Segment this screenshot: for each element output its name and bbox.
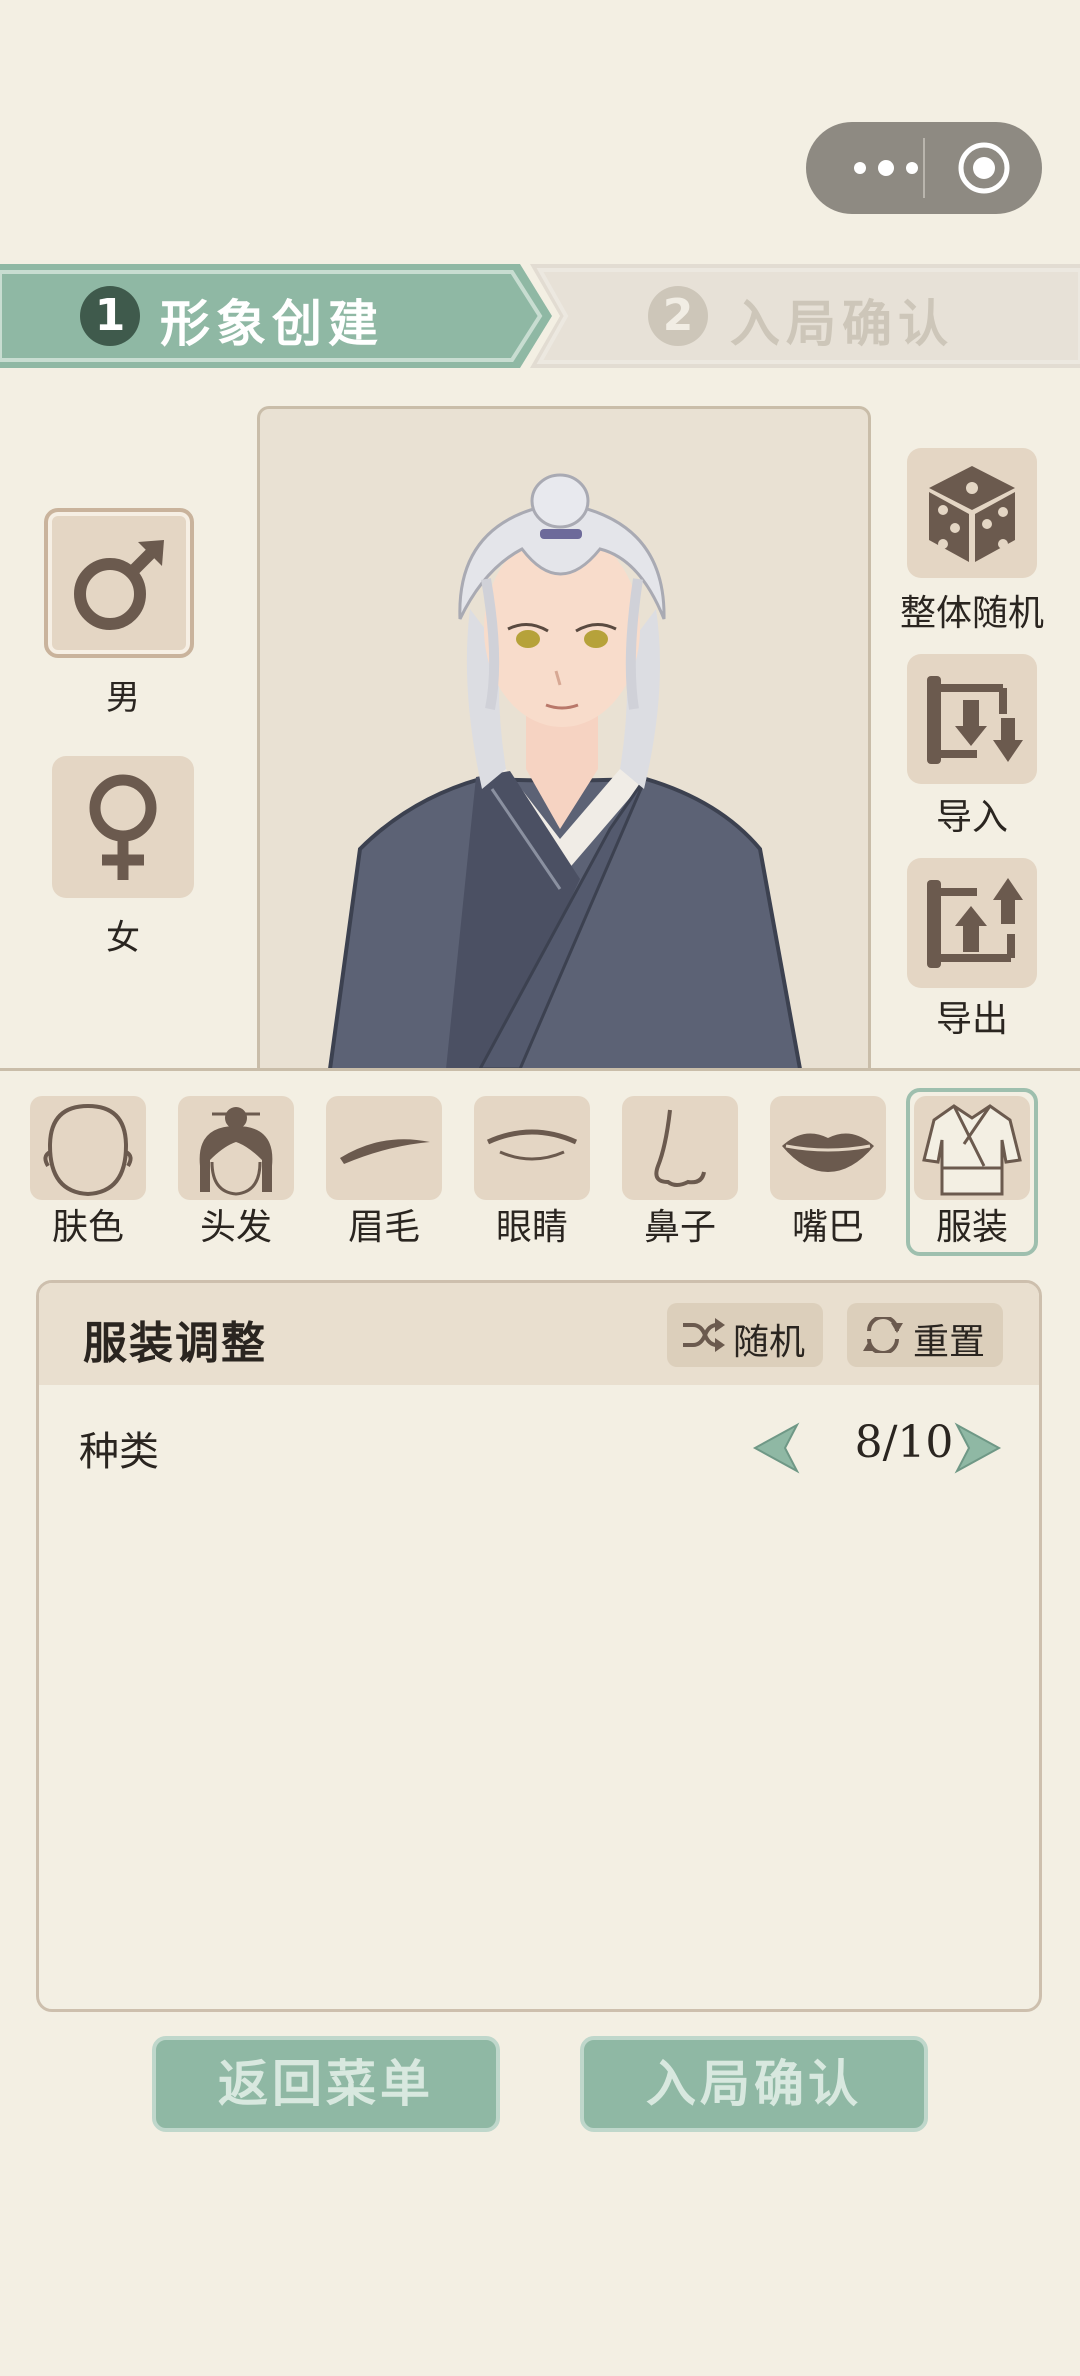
panel-header: 服装调整 随机 重置 [39,1283,1039,1385]
feature-outfit-label: 服装 [935,1207,1008,1248]
feature-hair-label: 头发 [199,1207,272,1248]
capsule-divider [923,138,925,198]
panel-title: 服装调整 [83,1318,267,1369]
dice-icon [929,466,1015,562]
back-to-menu-label: 返回菜单 [218,2054,434,2113]
random-button-label: 随机 [733,1322,806,1363]
back-to-menu-button[interactable]: 返回菜单 [152,2036,500,2132]
feature-outfit-button[interactable] [914,1096,1030,1200]
feature-nose-button[interactable] [622,1096,738,1200]
feature-hair-button[interactable] [178,1096,294,1200]
confirm-entry-label: 入局确认 [646,2054,862,2113]
feature-eyebrow-label: 眉毛 [347,1207,420,1248]
menu-capsule [806,122,1042,214]
export-label: 导出 [935,999,1008,1040]
random-all-button[interactable] [907,448,1037,578]
gender-male-label: 男 [106,678,140,718]
lips-icon [782,1133,874,1172]
outfit-type-label: 种类 [79,1429,159,1475]
feature-eye-button[interactable] [474,1096,590,1200]
feature-mouth-button[interactable] [770,1096,886,1200]
import-button[interactable] [907,654,1037,784]
record-icon[interactable] [956,140,1012,196]
step-tabs: 1 形象创建 2 入局确认 [0,262,1080,370]
robe-icon [922,1104,1022,1196]
confirm-entry-button[interactable]: 入局确认 [580,2036,928,2132]
chevron-left-icon[interactable] [749,1421,801,1475]
outfit-adjust-panel: 服装调整 随机 重置 种类 8/10 [36,1280,1042,2012]
import-scroll-icon [927,676,1023,764]
tab-confirm-entry[interactable]: 入局确认 [730,284,954,356]
character-portrait [257,406,871,1069]
feature-mouth-label: 嘴巴 [791,1207,864,1248]
import-label: 导入 [935,797,1008,838]
gender-male-button[interactable] [44,508,194,658]
male-symbol-icon [74,540,164,630]
chevron-right-icon[interactable] [953,1421,1005,1475]
tab-step-number-1: 1 [80,286,140,346]
reset-button[interactable]: 重置 [847,1303,1003,1367]
reset-button-label: 重置 [913,1322,986,1363]
tab-step-number-2: 2 [648,286,708,346]
character-illustration [328,473,802,1069]
eyebrow-icon [340,1139,430,1164]
eye-icon [486,1129,578,1161]
random-button[interactable]: 随机 [667,1303,823,1367]
hair-bun-icon [199,1107,273,1196]
feature-eye-label: 眼睛 [495,1207,568,1248]
feature-nose-label: 鼻子 [643,1207,716,1248]
female-symbol-icon [89,774,157,880]
more-dots-icon[interactable] [846,148,926,188]
section-divider [0,1068,1080,1071]
random-all-label: 整体随机 [899,593,1044,634]
feature-eyebrow-button[interactable] [326,1096,442,1200]
gender-female-label: 女 [106,918,140,958]
tab-create-character[interactable]: 形象创建 [160,284,384,356]
nose-icon [654,1109,706,1187]
feature-skin-button[interactable] [30,1096,146,1200]
face-outline-icon [43,1103,133,1197]
shuffle-icon [683,1318,725,1352]
gender-female-button[interactable] [52,756,194,898]
feature-skin-label: 肤色 [51,1207,124,1248]
refresh-icon [863,1317,903,1353]
export-button[interactable] [907,858,1037,988]
export-scroll-icon [927,878,1023,968]
